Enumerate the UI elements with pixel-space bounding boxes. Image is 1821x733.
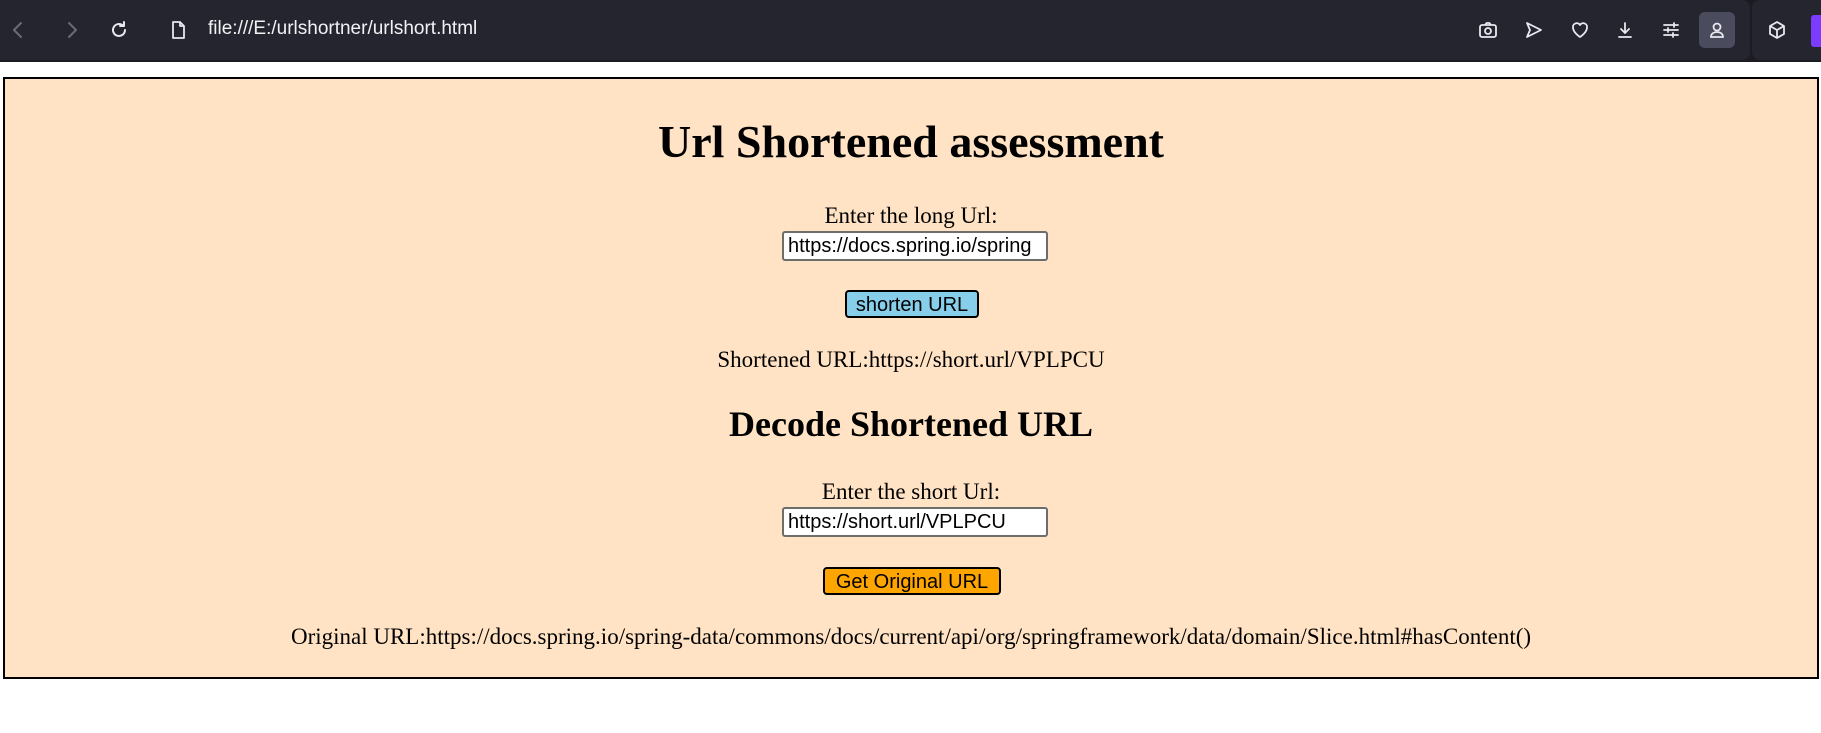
original-url-result: Original URL:https://docs.spring.io/spri…: [5, 624, 1817, 650]
file-icon[interactable]: [160, 12, 196, 48]
forward-icon[interactable]: [54, 12, 90, 48]
shortened-url-label: Shortened URL:: [717, 347, 869, 372]
short-url-input[interactable]: [782, 507, 1048, 537]
page-content: Url Shortened assessment Enter the long …: [3, 77, 1819, 679]
original-url-value: https://docs.spring.io/spring-data/commo…: [425, 624, 1532, 649]
address-bar-url[interactable]: file:///E:/urlshortner/urlshort.html: [208, 18, 477, 40]
decode-heading: Decode Shortened URL: [729, 404, 1093, 444]
camera-icon[interactable]: [1470, 12, 1506, 48]
get-original-url-button[interactable]: Get Original URL: [823, 567, 1001, 595]
heart-icon[interactable]: [1562, 12, 1598, 48]
long-url-input[interactable]: [782, 231, 1048, 261]
shorten-url-button[interactable]: shorten URL: [845, 290, 979, 318]
page-title: Url Shortened assessment: [658, 116, 1164, 167]
shortened-url-result: Shortened URL:https://short.url/VPLPCU: [5, 347, 1817, 373]
reload-icon[interactable]: [101, 12, 137, 48]
download-icon[interactable]: [1607, 12, 1643, 48]
shortened-url-value: https://short.url/VPLPCU: [868, 347, 1105, 372]
send-icon[interactable]: [1516, 12, 1552, 48]
extension-accent: [1811, 15, 1821, 47]
original-url-label: Original URL:: [290, 624, 426, 649]
back-icon[interactable]: [0, 12, 36, 48]
sliders-icon[interactable]: [1653, 12, 1689, 48]
long-url-label: Enter the long Url:: [824, 203, 998, 228]
cube-icon[interactable]: [1759, 12, 1795, 48]
profile-icon[interactable]: [1699, 12, 1735, 48]
browser-toolbar-main: file:///E:/urlshortner/urlshort.html: [0, 0, 1750, 60]
short-url-label: Enter the short Url:: [821, 479, 1001, 504]
browser-toolbar: file:///E:/urlshortner/urlshort.html: [0, 0, 1821, 62]
